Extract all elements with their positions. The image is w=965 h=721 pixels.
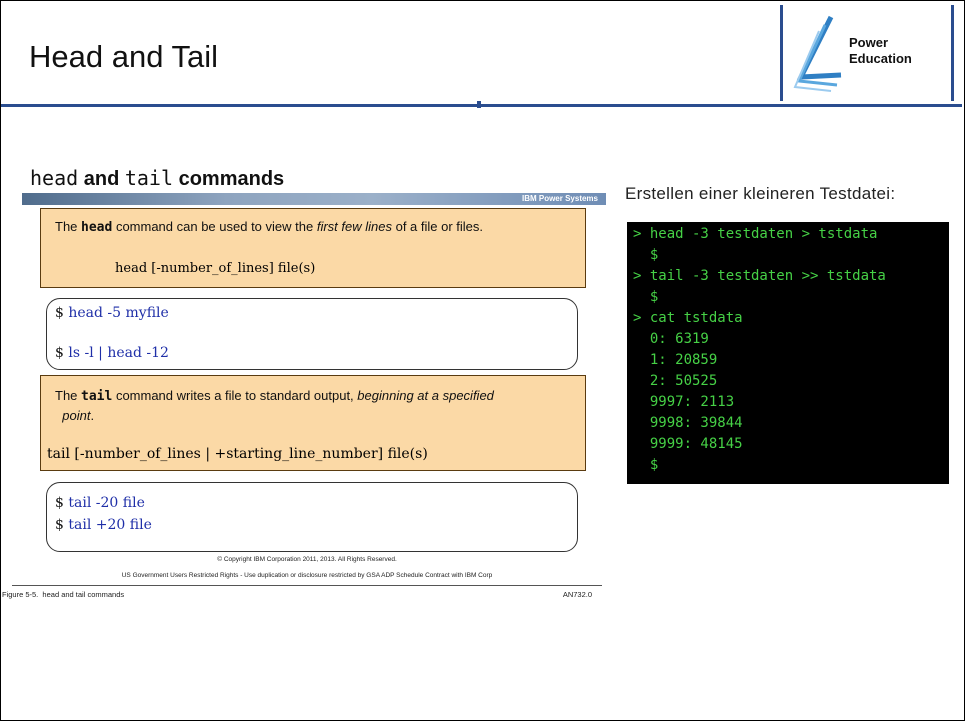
tail-example-2: $ tail +20 file xyxy=(55,517,152,533)
terminal: > head -3 testdaten > tstdata $ > tail -… xyxy=(627,222,949,484)
prompt: $ xyxy=(55,305,64,321)
copyright: © Copyright IBM Corporation 2011, 2013. … xyxy=(217,556,397,563)
tail-example-1: $ tail -20 file xyxy=(55,495,145,511)
prompt: $ xyxy=(55,517,64,533)
terminal-line: $ xyxy=(633,289,659,305)
testfile-label: Erstellen einer kleineren Testdatei: xyxy=(625,184,896,203)
text: of a file or files. xyxy=(391,219,484,234)
terminal-line: $ xyxy=(633,457,659,473)
title-bar: Head and Tail Power Education xyxy=(1,1,962,107)
footer-divider xyxy=(12,585,602,586)
embedded-slide: head and tail commands IBM Power Systems… xyxy=(2,160,606,610)
command: tail +20 file xyxy=(68,517,152,533)
emphasis: first few lines xyxy=(316,219,392,234)
terminal-line: 2: 50525 xyxy=(633,373,718,389)
head-examples-box: $ head -5 myfile $ ls -l | head -12 xyxy=(46,298,578,370)
tail-description-box: The tail command writes a file to standa… xyxy=(40,375,586,471)
logo: Power Education xyxy=(780,5,954,101)
tail-syntax: tail [-number_of_lines | +starting_line_… xyxy=(47,446,428,462)
heading-head: head xyxy=(30,166,79,190)
terminal-line: > cat tstdata xyxy=(633,310,743,326)
terminal-line: 0: 6319 xyxy=(633,331,709,347)
terminal-line: 9997: 2113 xyxy=(633,394,735,410)
head-syntax: head [-number_of_lines] file(s) xyxy=(115,261,316,276)
ibm-banner: IBM Power Systems xyxy=(22,193,606,205)
terminal-line: $ xyxy=(633,247,659,263)
text: . xyxy=(90,408,95,423)
prompt: $ xyxy=(55,345,64,361)
logo-line2: Education xyxy=(849,51,912,66)
heading-tail: tail xyxy=(124,166,174,190)
head-example-1: $ head -5 myfile xyxy=(55,305,169,321)
banner-text: IBM Power Systems xyxy=(521,194,598,203)
logo-line1: Power xyxy=(849,35,889,50)
head-description: The head command can be used to view the… xyxy=(55,219,483,235)
prompt: $ xyxy=(55,495,64,511)
head-description-box: The head command can be used to view the… xyxy=(40,208,586,288)
code: head xyxy=(81,220,113,235)
tail-description: The tail command writes a file to standa… xyxy=(55,386,494,425)
course-code: AN732.0 xyxy=(562,590,592,599)
power-education-logo-icon xyxy=(793,15,842,92)
heading-commands: commands xyxy=(173,168,285,190)
tail-examples-box: $ tail -20 file $ tail +20 file xyxy=(46,482,578,552)
terminal-line: 1: 20859 xyxy=(633,352,718,368)
terminal-line: 9998: 39844 xyxy=(633,415,743,431)
text: command writes a file to standard output… xyxy=(112,388,358,403)
text: The xyxy=(55,219,82,234)
figure-caption: Figure 5-5. head and tail commands xyxy=(2,590,125,599)
restricted-rights: US Government Users Restricted Rights - … xyxy=(121,572,493,579)
logo-text: Power Education xyxy=(849,35,912,67)
command: ls -l | head -12 xyxy=(68,345,169,361)
terminal-line: > tail -3 testdaten >> tstdata xyxy=(633,268,886,284)
text: command can be used to view the xyxy=(112,219,317,234)
terminal-line: 9999: 48145 xyxy=(633,436,743,452)
heading-and: and xyxy=(78,168,125,190)
code: tail xyxy=(81,389,113,404)
terminal-line: > head -3 testdaten > tstdata xyxy=(633,226,878,242)
command: head -5 myfile xyxy=(68,305,169,321)
slide-heading: head and tail commands xyxy=(30,166,284,191)
emphasis: beginning at a specified xyxy=(357,388,494,403)
command: tail -20 file xyxy=(68,495,145,511)
text: The xyxy=(55,388,82,403)
emphasis: point xyxy=(62,408,91,423)
divider-marker xyxy=(477,101,481,108)
head-example-2: $ ls -l | head -12 xyxy=(55,345,169,361)
page-title: Head and Tail xyxy=(29,39,219,74)
